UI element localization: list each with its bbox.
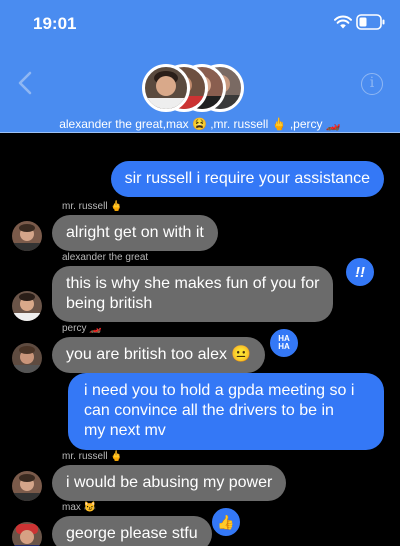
status-time: 19:01 xyxy=(33,14,77,33)
sender-label: percy 🏎️ xyxy=(62,323,102,334)
info-icon[interactable]: i xyxy=(361,73,383,95)
incoming-message[interactable]: you are british too alex 😐 xyxy=(52,337,266,373)
outgoing-message[interactable]: sir russell i require your assistance xyxy=(110,161,384,197)
wifi-icon xyxy=(334,15,352,29)
conversation-header: 19:01 i alexander the great,max 😫 ,mr. r… xyxy=(0,0,400,133)
group-avatar-stack[interactable] xyxy=(142,64,252,112)
incoming-message[interactable]: alright get on with it xyxy=(52,215,218,251)
sender-label: mr. russell 🖕 xyxy=(62,451,123,462)
group-name[interactable]: alexander the great,max 😫 ,mr. russell 🖕… xyxy=(0,117,400,131)
sender-avatar xyxy=(12,291,42,321)
avatar-1 xyxy=(142,64,190,112)
incoming-message[interactable]: i would be abusing my power xyxy=(52,465,287,501)
sender-avatar xyxy=(12,471,42,501)
tapback-haha-icon[interactable]: HA HA xyxy=(268,327,300,359)
battery-icon xyxy=(356,14,385,30)
outgoing-message[interactable]: i need you to hold a gpda meeting so i c… xyxy=(68,373,384,450)
incoming-message[interactable]: george please stfu xyxy=(52,516,212,546)
back-chevron-icon[interactable] xyxy=(16,71,36,95)
message-list: sir russell i require your assistance mr… xyxy=(0,134,400,546)
tapback-exclamation-icon[interactable]: !! xyxy=(344,256,376,288)
sender-label: mr. russell 🖕 xyxy=(62,201,123,212)
sender-avatar xyxy=(12,343,42,373)
sender-avatar xyxy=(12,221,42,251)
incoming-message[interactable]: this is why she makes fun of you for bei… xyxy=(52,266,334,322)
sender-label: max 😼 xyxy=(62,502,97,513)
sender-avatar xyxy=(12,522,42,546)
tapback-thumbs-up-icon[interactable]: 👍 xyxy=(210,506,242,538)
sender-label: alexander the great xyxy=(62,252,149,263)
